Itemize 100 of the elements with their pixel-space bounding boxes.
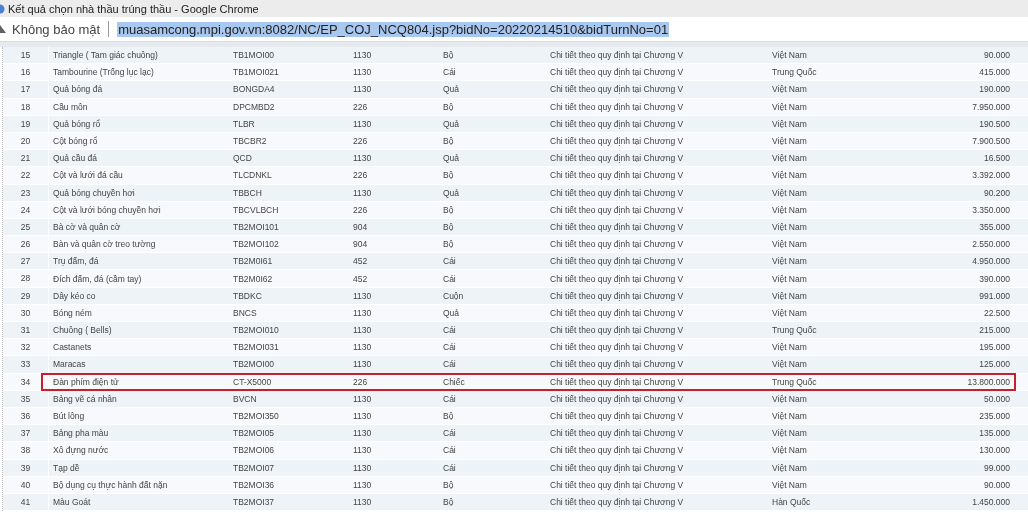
table-cell-text: 1130 <box>352 462 373 473</box>
table-cell-text: 90.200 <box>983 187 1011 198</box>
table-cell-text: TBBCH <box>232 187 263 198</box>
table-cell-text: Cái <box>442 325 457 336</box>
table-cell-text: Việt Nam <box>771 50 808 61</box>
table-cell-text: 1130 <box>352 290 373 301</box>
table-cell-text: Chi tiết theo quy định tại Chương V <box>549 187 685 198</box>
table-cell: 23 <box>3 184 49 201</box>
security-label[interactable]: Không bảo mật <box>12 21 101 37</box>
table-cell-text: 90.000 <box>983 50 1011 61</box>
table-cell-text: 1130 <box>352 118 373 129</box>
table-cell-text: Quả <box>442 307 461 318</box>
table-cell-text: Việt Nam <box>771 479 808 490</box>
table-cell-text: TB2MOI07 <box>232 462 276 473</box>
table-cell: 36 <box>3 407 49 425</box>
table-cell-text: Tạp dề <box>52 462 81 473</box>
table-cell-text: 1130 <box>352 84 373 95</box>
browser-icon <box>0 3 5 14</box>
table-cell-text: Chi tiết theo quy định tại Chương V <box>549 479 685 490</box>
table-cell-text: Chi tiết theo quy định tại Chương V <box>549 84 685 95</box>
table-cell-text: Việt Nam <box>771 136 808 147</box>
table-cell: 18 <box>3 98 49 115</box>
table-cell-text: TB2M0I62 <box>232 273 274 284</box>
table-cell-text: 1130 <box>352 325 373 336</box>
table-cell-text: Chuông ( Bells) <box>52 325 113 336</box>
table-cell: 39 <box>3 459 49 476</box>
table-cell-text: Maracas <box>52 359 87 370</box>
table-cell-text: Việt Nam <box>771 428 808 439</box>
table-cell-text: 1130 <box>352 411 373 422</box>
table-cell-text: Việt Nam <box>771 393 808 404</box>
table-cell-text: Chi tiết theo quy định tại Chương V <box>549 290 685 301</box>
table-cell-text: 50.000 <box>983 393 1011 404</box>
table-cell-text: Bút lông <box>52 411 86 422</box>
table-cell-text: 226 <box>352 136 369 147</box>
table-cell-text: 190.500 <box>978 118 1011 129</box>
table-cell-text: Chi tiết theo quy định tại Chương V <box>549 307 685 318</box>
table-cell-text: Bộ <box>442 50 455 61</box>
table-cell-text: Việt Nam <box>771 239 808 250</box>
table-cell-text: Việt Nam <box>771 445 808 456</box>
table-cell-text: Chi tiết theo quy định tại Chương V <box>549 239 685 250</box>
table-cell-text: TB2MOI37 <box>232 496 276 507</box>
table-cell-text: Trung Quốc <box>771 376 818 387</box>
table-cell-text: 1130 <box>352 445 373 456</box>
table-cell-text: Bộ <box>442 170 455 181</box>
table-cell-text: TB2MOI350 <box>232 411 280 422</box>
table-cell-text: Xô đựng nước <box>52 445 110 456</box>
table-cell-text: TBDKC <box>232 290 263 301</box>
table-cell-text: Cột và lưới đá cầu <box>52 170 124 181</box>
table-cell-text: 1130 <box>352 153 373 164</box>
table-cell-text: 226 <box>352 170 369 181</box>
table-cell: 20 <box>3 132 49 150</box>
table-cell-text: Cầu môn <box>52 101 89 112</box>
table-cell-text: Chi tiết theo quy định tại Chương V <box>549 136 685 147</box>
table-cell-text: 1130 <box>352 67 373 78</box>
table-cell-text: Việt Nam <box>771 307 808 318</box>
table-cell-text: Việt Nam <box>771 204 808 215</box>
table-cell-text: 130.000 <box>978 445 1011 456</box>
table-cell-text: 7.900.500 <box>971 136 1011 147</box>
table-cell: 38 <box>3 442 49 459</box>
table-cell-text: Cái <box>442 359 457 370</box>
table-cell-text: Bộ <box>442 221 455 232</box>
table-cell-text: TB2MOI36 <box>232 479 276 490</box>
table-cell-text: BONGDA4 <box>232 84 276 95</box>
table-cell-text: 1130 <box>352 187 373 198</box>
table-cell: 15 <box>3 47 49 64</box>
table-cell-text: 1130 <box>352 50 373 61</box>
table-cell-text: Chi tiết theo quy định tại Chương V <box>549 204 685 215</box>
warning-icon <box>0 24 6 34</box>
table-cell-text: 7.950.000 <box>971 101 1011 112</box>
table-cell-text: 226 <box>352 101 369 112</box>
table-cell-text: 1130 <box>352 359 373 370</box>
table-cell-text: 452 <box>352 256 369 267</box>
table-cell-text: TB2MOI00 <box>232 359 276 370</box>
table-cell-text: Chi tiết theo quy định tại Chương V <box>549 325 685 336</box>
table-cell-text: Đàn phím điện tử <box>52 376 120 387</box>
table-cell-text: 99.000 <box>983 462 1011 473</box>
table-cell-text: Quả bóng rổ <box>52 118 102 129</box>
table-cell-text: 1130 <box>352 496 373 507</box>
table-cell-text: 1.450.000 <box>971 496 1011 507</box>
table-cell-text: Việt Nam <box>771 290 808 301</box>
table-cell-text: Cột bóng rổ <box>52 136 99 147</box>
table-cell-text: Cột và lưới bóng chuyền hơi <box>52 204 162 215</box>
table-cell-text: Chi tiết theo quy định tại Chương V <box>549 118 685 129</box>
url-field[interactable]: muasamcong.mpi.gov.vn:8082/NC/EP_COJ_NCQ804.jsp?bidNo=20220214510&bidTurnNo=01 <box>117 21 670 37</box>
table-cell-text: Chi tiết theo quy định tại Chương V <box>549 428 685 439</box>
table-cell-text: Bộ <box>442 411 455 422</box>
table-cell-text: Trung Quốc <box>771 67 818 78</box>
table-cell-text: Quả bóng đá <box>52 84 104 95</box>
table-cell-text: Chi tiết theo quy định tại Chương V <box>549 273 685 284</box>
table-cell: 37 <box>3 425 49 442</box>
table-cell-text: Quả bóng chuyền hơi <box>52 187 136 198</box>
table-cell-text: Quả <box>442 84 461 95</box>
table-cell-text: TBCBR2 <box>232 136 268 147</box>
table-cell-text: 1130 <box>352 307 373 318</box>
table-cell: 28 <box>3 270 49 287</box>
table-cell-text: Cái <box>442 393 457 404</box>
table-cell-text: TB1MOI00 <box>232 50 276 61</box>
table-cell: 41 <box>3 493 49 511</box>
table-cell: 25 <box>3 218 49 236</box>
table-cell-text: 904 <box>352 239 369 250</box>
